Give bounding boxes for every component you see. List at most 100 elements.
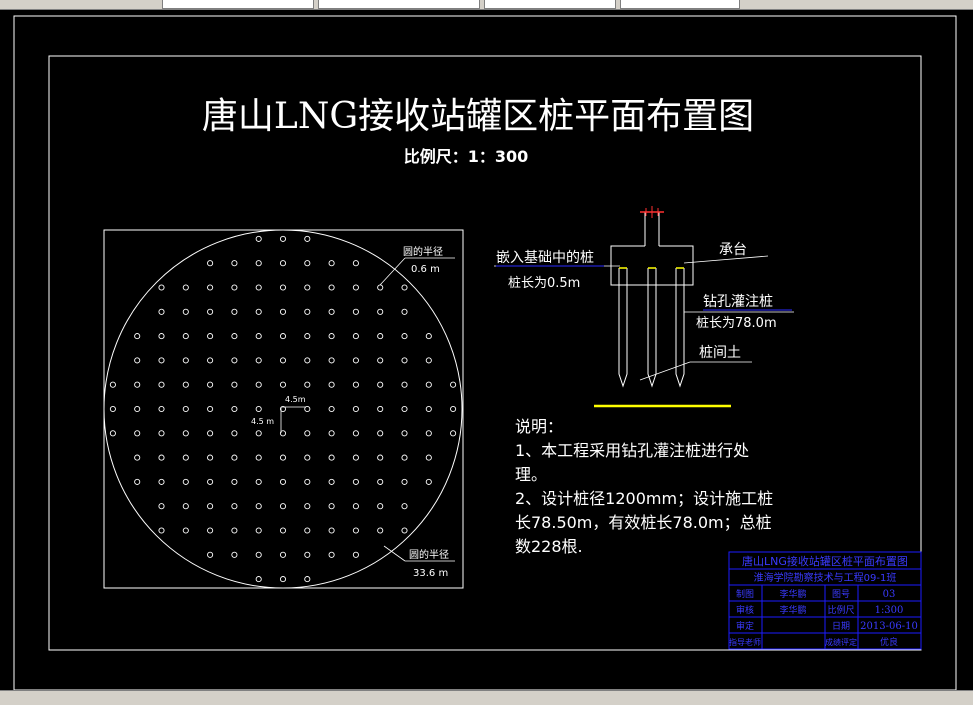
- pile-marker: [352, 357, 359, 364]
- pile-marker: [207, 260, 214, 267]
- pile-marker: [450, 430, 457, 437]
- pile-marker: [158, 284, 165, 291]
- pile-marker: [279, 478, 287, 485]
- pile-marker: [255, 454, 262, 461]
- pile-right: [675, 268, 685, 388]
- pile-marker: [304, 284, 311, 291]
- pile-marker: [352, 405, 359, 413]
- pile-marker: [158, 527, 165, 534]
- pile-plan-view: 4.5m 4.5 m 圆的半径 0.6 m 圆的半径 33.6 m: [103, 229, 464, 589]
- pile-marker: [401, 527, 408, 534]
- tb-r1c4: 03: [883, 589, 896, 600]
- scale-label: 比例尺：1：300: [404, 147, 529, 166]
- pile-marker: [425, 454, 432, 461]
- pile-marker: [450, 381, 457, 388]
- pile-marker: [328, 551, 335, 558]
- pile-marker: [279, 333, 287, 340]
- pile-marker: [255, 551, 262, 558]
- pile-marker: [304, 478, 311, 485]
- pile-marker: [377, 454, 384, 461]
- pile-marker: [255, 478, 262, 485]
- notes-heading: 说明：: [515, 417, 563, 436]
- pile-marker: [401, 381, 408, 388]
- pile-marker: [109, 430, 116, 437]
- pile-marker: [255, 333, 262, 340]
- pile-marker: [352, 527, 359, 534]
- pile-marker: [255, 405, 262, 413]
- pile-marker: [304, 576, 311, 583]
- tb-r1c2: 李华鹏: [779, 588, 806, 600]
- drawing-canvas[interactable]: 唐山LNG接收站罐区桩平面布置图 比例尺：1：300 4.5m 4.5 m 圆的…: [0, 10, 973, 690]
- pile-marker: [377, 357, 384, 364]
- pile-marker: [352, 478, 359, 485]
- pile-marker: [182, 381, 189, 388]
- pile-marker: [255, 308, 262, 315]
- pile-marker: [207, 478, 214, 485]
- lineweight-dropdown[interactable]: [484, 0, 616, 9]
- pile-marker: [134, 405, 141, 413]
- tb-subtitle: 淮海学院勘察技术与工程09-1班: [754, 571, 897, 584]
- pile-marker: [109, 381, 116, 388]
- spacing-v-label: 4.5 m: [251, 417, 274, 426]
- pile-marker: [401, 430, 408, 437]
- pile-marker: [255, 235, 262, 242]
- pile-marker: [182, 454, 189, 461]
- pile-marker: [207, 551, 214, 558]
- pile-marker: [425, 405, 432, 413]
- pile-marker: [158, 405, 165, 413]
- pile-marker: [182, 357, 189, 364]
- pile-marker: [182, 478, 189, 485]
- pile-marker: [207, 284, 214, 291]
- pile-marker: [377, 430, 384, 437]
- pile-marker: [231, 284, 238, 291]
- pile-marker: [328, 357, 335, 364]
- bored-pile-label: 钻孔灌注桩: [703, 293, 773, 310]
- pile-marker: [231, 503, 238, 510]
- pile-marker: [377, 405, 384, 413]
- pile-marker: [352, 333, 359, 340]
- pile-marker: [304, 551, 311, 558]
- pile-marker: [304, 235, 311, 242]
- pile-marker: [231, 260, 238, 267]
- tb-r1c1: 制图: [736, 588, 754, 600]
- pile-marker: [377, 284, 384, 291]
- pile-marker: [279, 284, 287, 291]
- pile-marker: [352, 551, 359, 558]
- pile-marker: [255, 576, 262, 583]
- pile-marker: [158, 478, 165, 485]
- pile-marker: [134, 454, 141, 461]
- pile-marker: [207, 381, 214, 388]
- pile-marker: [134, 430, 141, 437]
- pile-marker: [231, 551, 238, 558]
- status-bar: [0, 690, 973, 705]
- pile-grid: [109, 235, 457, 583]
- pile-marker: [304, 308, 311, 315]
- plotstyle-dropdown[interactable]: [620, 0, 740, 9]
- pile-marker: [279, 503, 287, 510]
- linetype-dropdown[interactable]: [318, 0, 480, 9]
- pile-marker: [255, 430, 262, 437]
- pile-marker: [207, 405, 214, 413]
- pile-marker: [134, 333, 141, 340]
- layer-dropdown[interactable]: [162, 0, 314, 9]
- pile-marker: [401, 308, 408, 315]
- pile-marker: [328, 527, 335, 534]
- pile-marker: [182, 430, 189, 437]
- pile-marker: [207, 503, 214, 510]
- pile-marker: [207, 357, 214, 364]
- notes-line-3: 2、设计桩径1200mm；设计施工桩: [515, 489, 773, 508]
- pile-marker: [279, 576, 287, 583]
- pile-marker: [231, 478, 238, 485]
- pile-marker: [377, 381, 384, 388]
- pile-marker: [279, 381, 287, 388]
- soil-label: 桩间土: [699, 344, 741, 361]
- tb-r3c4: 2013-06-10: [860, 621, 918, 632]
- pile-marker: [182, 284, 189, 291]
- tb-r3c1: 审定: [736, 620, 754, 632]
- pile-marker: [231, 333, 238, 340]
- tb-r1c3: 图号: [832, 589, 850, 600]
- pile-marker: [352, 260, 359, 267]
- pile-marker: [182, 527, 189, 534]
- notes: 说明： 1、本工程采用钻孔灌注桩进行处 理。 2、设计桩径1200mm；设计施工…: [515, 417, 773, 556]
- pile-marker: [377, 527, 384, 534]
